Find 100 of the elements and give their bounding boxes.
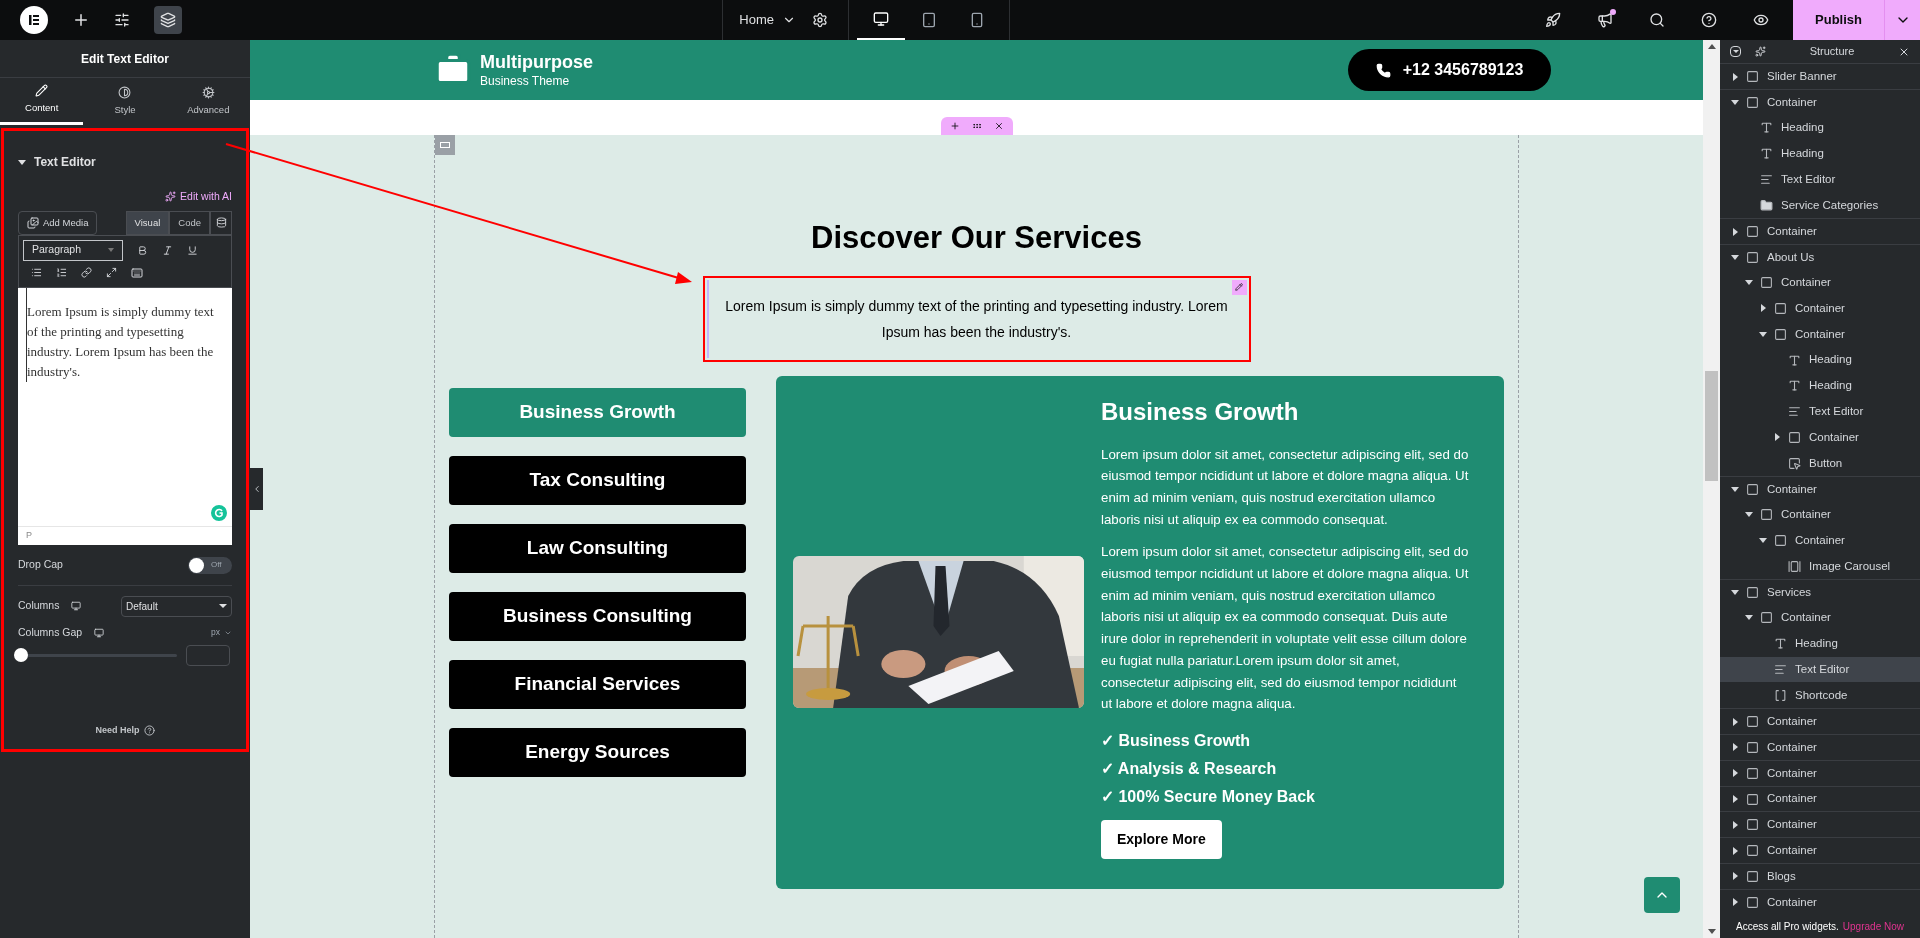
unit-dropdown[interactable]: px xyxy=(211,626,232,639)
tree-item[interactable]: Container xyxy=(1720,527,1920,554)
add-media-button[interactable]: Add Media xyxy=(18,210,98,235)
close-icon[interactable] xyxy=(993,121,1004,131)
service-tab[interactable]: Energy Sources xyxy=(449,727,746,777)
tree-item[interactable]: Container xyxy=(1720,218,1920,244)
tree-item[interactable]: Heading xyxy=(1720,140,1920,167)
caret-down-icon[interactable] xyxy=(1759,331,1767,337)
tree-item[interactable]: Container xyxy=(1720,734,1920,760)
tree-item[interactable]: Heading xyxy=(1720,347,1920,373)
underline-icon[interactable] xyxy=(187,244,198,256)
tree-item[interactable]: Service Categories xyxy=(1720,192,1920,219)
bold-icon[interactable] xyxy=(137,244,148,256)
caret-down-icon[interactable] xyxy=(1745,512,1753,518)
service-tab[interactable]: Tax Consulting xyxy=(449,455,746,505)
tree-item[interactable]: Blogs xyxy=(1720,863,1920,889)
tree-item[interactable]: Button xyxy=(1720,450,1920,477)
caret-right-icon[interactable] xyxy=(1760,304,1766,313)
settings-sliders-icon[interactable] xyxy=(114,12,130,28)
caret-down-icon[interactable] xyxy=(1731,254,1739,260)
drag-handle-icon[interactable] xyxy=(971,121,982,131)
caret-down-icon[interactable] xyxy=(1759,538,1767,544)
tree-item[interactable]: Container xyxy=(1720,837,1920,864)
caret-right-icon[interactable] xyxy=(1732,72,1738,81)
tree-item[interactable]: Container xyxy=(1720,501,1920,528)
panel-tab[interactable]: Style xyxy=(83,78,167,125)
sparkle-icon[interactable] xyxy=(1755,46,1766,58)
add-icon[interactable] xyxy=(72,11,90,29)
tree-item[interactable]: Slider Banner xyxy=(1720,63,1920,90)
collapse-all-icon[interactable] xyxy=(1730,46,1741,58)
container-handle-icon[interactable] xyxy=(435,135,455,155)
section-header[interactable]: Text Editor xyxy=(18,153,232,171)
drop-cap-switch[interactable]: Off xyxy=(188,556,232,574)
tree-item[interactable]: Container xyxy=(1720,811,1920,838)
gap-input-field[interactable] xyxy=(186,644,230,666)
editor-mode-tab[interactable]: Visual xyxy=(125,210,170,235)
page-dropdown[interactable]: Home xyxy=(723,10,812,30)
database-button[interactable] xyxy=(210,210,232,235)
tree-item[interactable]: Container xyxy=(1720,785,1920,812)
tree-item[interactable]: Container xyxy=(1720,321,1920,348)
caret-right-icon[interactable] xyxy=(1732,872,1738,881)
panel-tab[interactable]: Content xyxy=(0,78,84,125)
keyboard-icon[interactable] xyxy=(131,266,143,279)
search-icon[interactable] xyxy=(1649,12,1665,28)
caret-right-icon[interactable] xyxy=(1732,898,1738,907)
slider[interactable] xyxy=(14,648,177,662)
scroll-up-icon[interactable] xyxy=(1707,44,1716,49)
caret-right-icon[interactable] xyxy=(1732,717,1738,726)
editor-mode-tab[interactable]: Code xyxy=(169,210,210,235)
logo-icon[interactable] xyxy=(20,6,48,34)
tree-item[interactable]: Container xyxy=(1720,89,1920,115)
tree-item[interactable]: Container xyxy=(1720,269,1920,296)
caret-down-icon[interactable] xyxy=(1731,100,1739,106)
caret-down-icon[interactable] xyxy=(1731,487,1739,492)
tree-item[interactable]: Image Carousel xyxy=(1720,553,1920,580)
service-tab[interactable]: Financial Services xyxy=(449,659,746,709)
preview-icon[interactable] xyxy=(1753,12,1769,28)
tree-item[interactable]: Container xyxy=(1720,888,1920,915)
tree-item[interactable]: Container xyxy=(1720,759,1920,786)
tree-item[interactable]: Container xyxy=(1720,424,1920,451)
tree-item[interactable]: Shortcode xyxy=(1720,682,1920,709)
tree-item[interactable]: Text Editor xyxy=(1720,656,1920,683)
scrollbar-thumb[interactable] xyxy=(1705,371,1718,481)
publish-button[interactable]: Publish xyxy=(1793,0,1884,40)
upgrade-link[interactable]: Upgrade Now xyxy=(1842,918,1904,934)
tree-item[interactable]: Heading xyxy=(1720,372,1920,399)
tree-item[interactable]: Container xyxy=(1720,605,1920,631)
link-icon[interactable] xyxy=(81,267,92,279)
caret-right-icon[interactable] xyxy=(1732,795,1738,804)
caret-down-icon[interactable] xyxy=(1745,615,1753,621)
bullet-list-icon[interactable] xyxy=(31,267,42,279)
service-tab[interactable]: Business Growth xyxy=(449,387,746,437)
scroll-down-icon[interactable] xyxy=(1707,929,1716,934)
service-tab[interactable]: Law Consulting xyxy=(449,523,746,573)
tree-item[interactable]: Container xyxy=(1720,476,1920,502)
columns-select[interactable]: Default xyxy=(121,595,232,617)
add-icon[interactable] xyxy=(949,121,960,131)
caret-right-icon[interactable] xyxy=(1732,820,1738,829)
numbered-list-icon[interactable] xyxy=(56,267,67,279)
panel-tab[interactable]: Advanced xyxy=(166,78,250,125)
edit-with-ai-link[interactable]: Edit with AI xyxy=(165,189,232,205)
section-handle[interactable] xyxy=(940,117,1013,135)
settings-icon[interactable] xyxy=(812,12,828,28)
caret-right-icon[interactable] xyxy=(1774,433,1780,442)
tree-item[interactable]: Container xyxy=(1720,708,1920,735)
tree-item[interactable]: Services xyxy=(1720,579,1920,606)
slider-thumb[interactable] xyxy=(14,648,28,662)
caret-down-icon[interactable] xyxy=(1731,590,1739,596)
caret-down-icon[interactable] xyxy=(1745,280,1753,286)
format-select[interactable]: Paragraph xyxy=(23,239,123,261)
edit-pencil-icon[interactable] xyxy=(1231,279,1247,295)
rocket-icon[interactable] xyxy=(1545,12,1561,28)
layers-button[interactable] xyxy=(154,6,182,34)
tree-item[interactable]: Text Editor xyxy=(1720,166,1920,193)
caret-right-icon[interactable] xyxy=(1732,227,1738,236)
service-tab[interactable]: Business Consulting xyxy=(449,591,746,641)
fullscreen-icon[interactable] xyxy=(106,267,117,279)
tree-item[interactable]: Heading xyxy=(1720,630,1920,657)
phone-button[interactable]: +12 3456789123 xyxy=(1348,49,1551,91)
explore-more-button[interactable]: Explore More xyxy=(1101,819,1222,859)
